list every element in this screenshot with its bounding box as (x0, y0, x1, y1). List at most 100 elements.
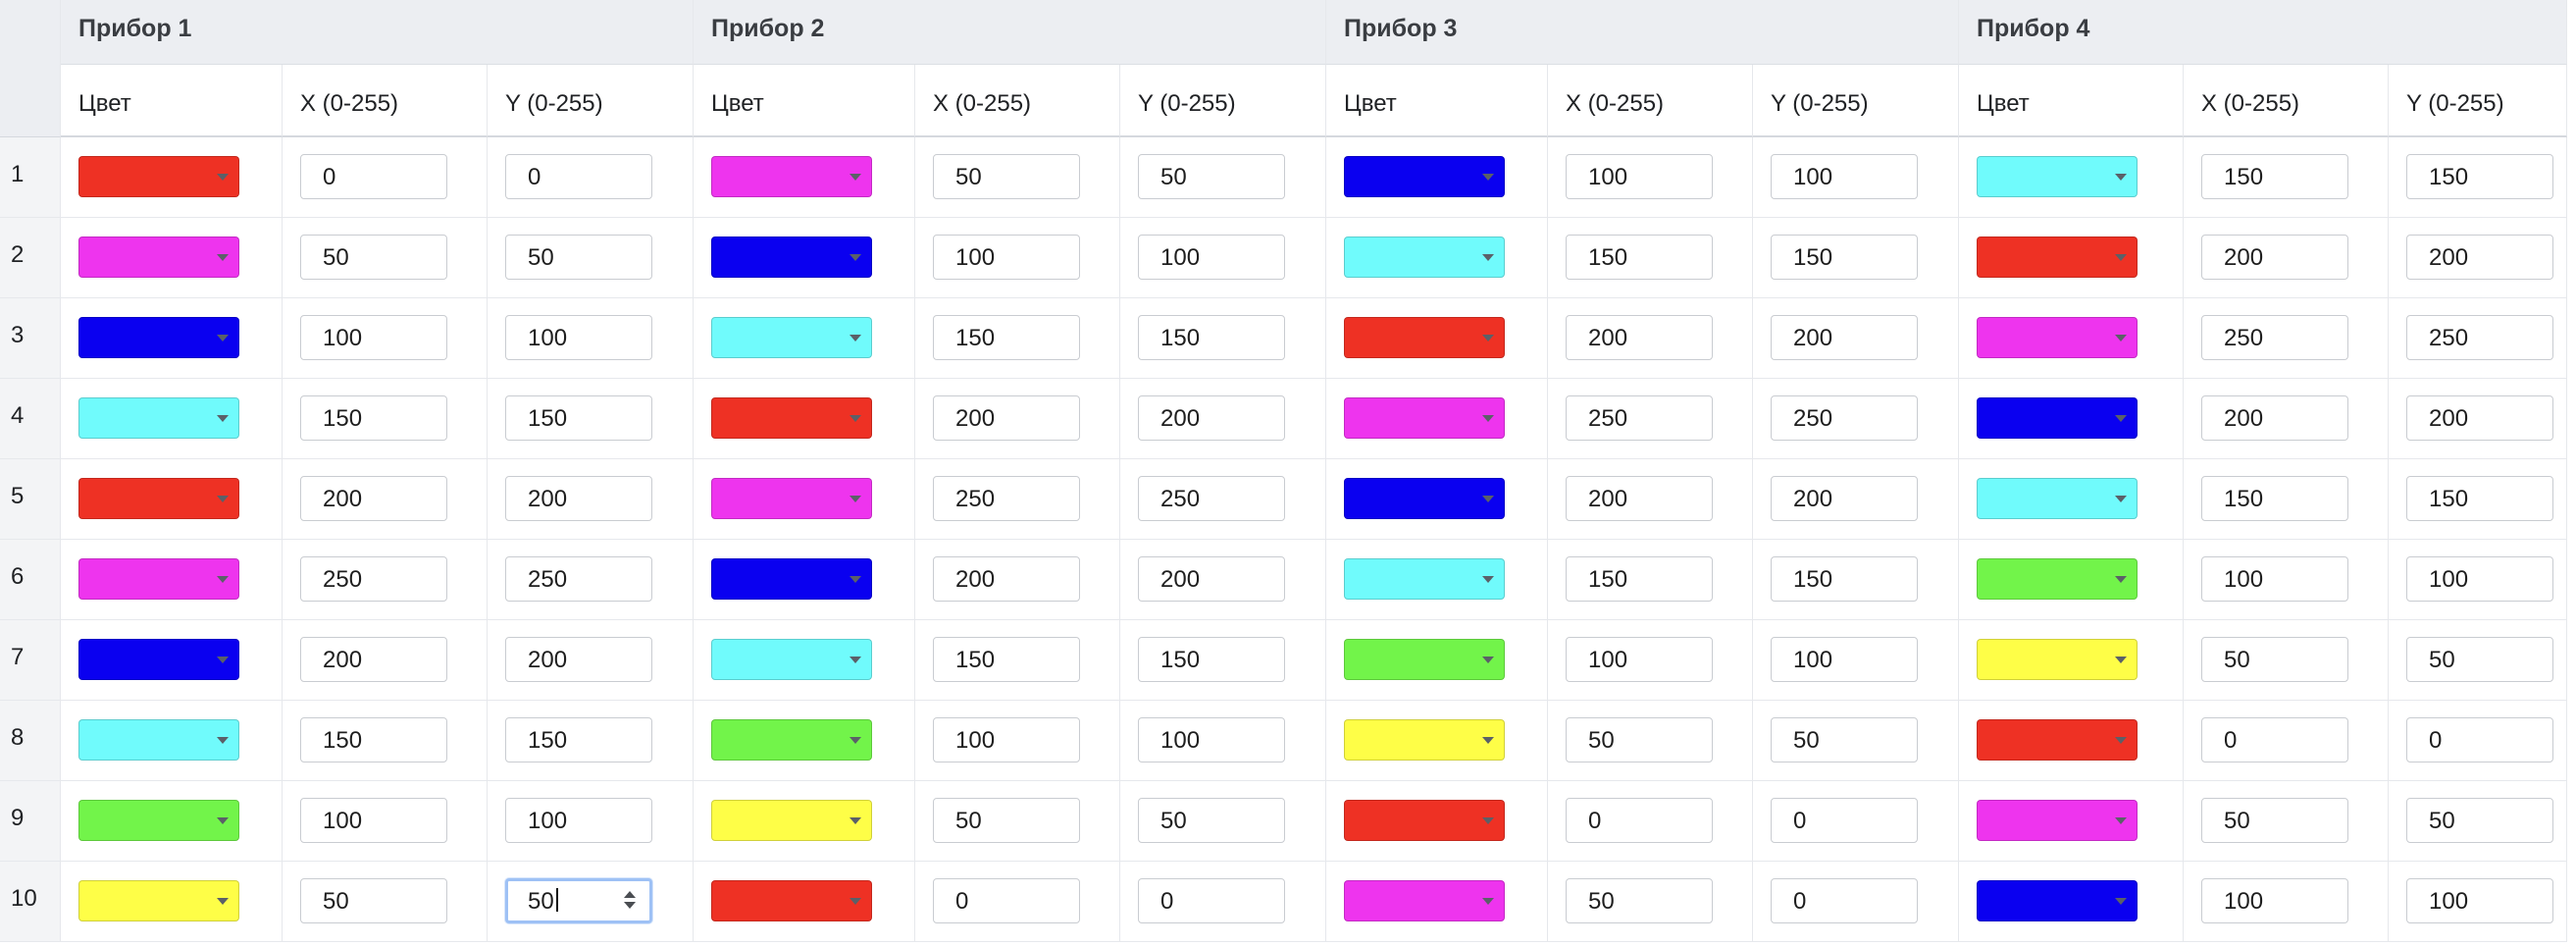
color-select[interactable] (711, 397, 872, 439)
x-input[interactable]: 200 (2201, 395, 2348, 441)
color-select[interactable] (711, 558, 872, 600)
y-input[interactable]: 0 (2406, 717, 2553, 762)
y-input[interactable]: 150 (1771, 556, 1918, 602)
x-input[interactable]: 250 (300, 556, 447, 602)
x-input[interactable]: 100 (300, 798, 447, 843)
color-select[interactable] (1977, 317, 2138, 358)
color-select[interactable] (711, 156, 872, 197)
x-input[interactable]: 100 (1566, 637, 1713, 682)
y-input[interactable]: 200 (1771, 476, 1918, 521)
color-select[interactable] (1344, 719, 1505, 761)
y-input[interactable]: 250 (1771, 395, 1918, 441)
y-input[interactable]: 200 (2406, 235, 2553, 280)
color-select[interactable] (1344, 317, 1505, 358)
y-input[interactable]: 150 (1138, 637, 1285, 682)
color-select[interactable] (1344, 478, 1505, 519)
x-input[interactable]: 50 (2201, 637, 2348, 682)
color-select[interactable] (78, 639, 239, 680)
y-input[interactable]: 250 (505, 556, 652, 602)
color-select[interactable] (711, 478, 872, 519)
color-select[interactable] (78, 880, 239, 921)
x-input[interactable]: 0 (1566, 798, 1713, 843)
y-input[interactable]: 100 (505, 798, 652, 843)
x-input[interactable]: 0 (933, 878, 1080, 923)
y-input[interactable]: 0 (1138, 878, 1285, 923)
x-input[interactable]: 200 (2201, 235, 2348, 280)
color-select[interactable] (1977, 397, 2138, 439)
y-input[interactable]: 250 (2406, 315, 2553, 360)
color-select[interactable] (78, 719, 239, 761)
x-input[interactable]: 150 (2201, 154, 2348, 199)
color-select[interactable] (711, 639, 872, 680)
color-select[interactable] (78, 397, 239, 439)
y-input[interactable]: 100 (2406, 878, 2553, 923)
y-input[interactable]: 200 (1138, 395, 1285, 441)
x-input[interactable]: 50 (300, 878, 447, 923)
color-select[interactable] (1977, 236, 2138, 278)
color-select[interactable] (711, 800, 872, 841)
y-input[interactable]: 200 (505, 637, 652, 682)
x-input[interactable]: 250 (1566, 395, 1713, 441)
color-select[interactable] (711, 880, 872, 921)
y-input[interactable]: 150 (1771, 235, 1918, 280)
x-input[interactable]: 150 (1566, 556, 1713, 602)
x-input[interactable]: 0 (2201, 717, 2348, 762)
x-input[interactable]: 150 (300, 717, 447, 762)
y-input[interactable]: 200 (1771, 315, 1918, 360)
y-input[interactable]: 250 (1138, 476, 1285, 521)
y-input[interactable]: 100 (1771, 154, 1918, 199)
x-input[interactable]: 50 (300, 235, 447, 280)
x-input[interactable]: 200 (300, 637, 447, 682)
x-input[interactable]: 150 (933, 637, 1080, 682)
color-select[interactable] (711, 719, 872, 761)
x-input[interactable]: 50 (933, 798, 1080, 843)
color-select[interactable] (1344, 156, 1505, 197)
x-input[interactable]: 150 (300, 395, 447, 441)
color-select[interactable] (1977, 719, 2138, 761)
y-input[interactable]: 200 (505, 476, 652, 521)
x-input[interactable]: 200 (933, 395, 1080, 441)
color-select[interactable] (1344, 236, 1505, 278)
x-input[interactable]: 200 (300, 476, 447, 521)
x-input[interactable]: 250 (2201, 315, 2348, 360)
color-select[interactable] (78, 317, 239, 358)
x-input[interactable]: 50 (1566, 717, 1713, 762)
y-input[interactable]: 100 (1771, 637, 1918, 682)
y-input[interactable]: 200 (1138, 556, 1285, 602)
color-select[interactable] (1344, 558, 1505, 600)
y-input[interactable]: 50 (505, 235, 652, 280)
y-input[interactable]: 100 (1138, 235, 1285, 280)
color-select[interactable] (1344, 800, 1505, 841)
y-input[interactable]: 0 (1771, 878, 1918, 923)
y-input[interactable]: 50 (505, 878, 652, 923)
x-input[interactable]: 0 (300, 154, 447, 199)
color-select[interactable] (1977, 880, 2138, 921)
color-select[interactable] (1977, 558, 2138, 600)
color-select[interactable] (78, 156, 239, 197)
x-input[interactable]: 100 (933, 235, 1080, 280)
color-select[interactable] (711, 317, 872, 358)
spinner-down-icon[interactable] (624, 902, 636, 909)
y-input[interactable]: 150 (2406, 154, 2553, 199)
x-input[interactable]: 200 (933, 556, 1080, 602)
y-input[interactable]: 150 (2406, 476, 2553, 521)
x-input[interactable]: 100 (300, 315, 447, 360)
x-input[interactable]: 50 (933, 154, 1080, 199)
y-input[interactable]: 200 (2406, 395, 2553, 441)
color-select[interactable] (711, 236, 872, 278)
y-input[interactable]: 0 (505, 154, 652, 199)
y-input[interactable]: 50 (2406, 637, 2553, 682)
x-input[interactable]: 50 (2201, 798, 2348, 843)
y-input[interactable]: 50 (1138, 798, 1285, 843)
x-input[interactable]: 150 (2201, 476, 2348, 521)
y-input[interactable]: 100 (1138, 717, 1285, 762)
x-input[interactable]: 50 (1566, 878, 1713, 923)
color-select[interactable] (78, 236, 239, 278)
color-select[interactable] (78, 800, 239, 841)
y-input[interactable]: 50 (1138, 154, 1285, 199)
y-input[interactable]: 100 (505, 315, 652, 360)
x-input[interactable]: 200 (1566, 315, 1713, 360)
color-select[interactable] (1344, 397, 1505, 439)
color-select[interactable] (1977, 478, 2138, 519)
y-input[interactable]: 150 (505, 717, 652, 762)
